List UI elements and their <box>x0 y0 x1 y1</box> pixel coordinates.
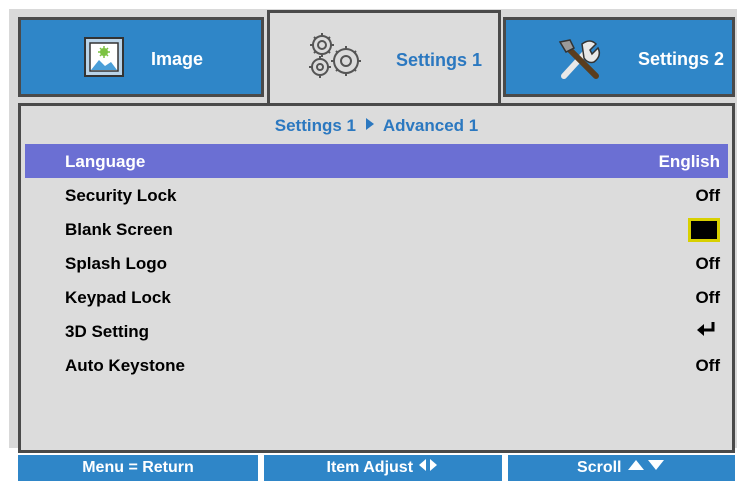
enter-icon <box>696 320 716 343</box>
menu-item-label: Splash Logo <box>65 254 167 273</box>
tools-icon <box>556 36 606 84</box>
menu-item-language[interactable]: Language English <box>25 144 728 178</box>
menu-item-security-lock[interactable]: Security Lock Off <box>25 178 728 212</box>
footer-scroll: Scroll <box>508 455 735 481</box>
menu-item-value: Off <box>695 356 720 375</box>
blank-screen-color-swatch[interactable] <box>688 218 720 242</box>
menu-item-label: Security Lock <box>65 186 177 205</box>
menu-item-value: English <box>658 152 720 171</box>
menu-item-label: Blank Screen <box>65 220 173 239</box>
settings-panel: Settings 1 Advanced 1 Language English S… <box>18 103 735 453</box>
tab-image-label: Image <box>151 49 204 69</box>
breadcrumb-current: Advanced 1 <box>382 116 479 135</box>
menu-item-3d-setting[interactable]: 3D Setting <box>25 314 728 348</box>
footer-menu-return: Menu = Return <box>18 455 258 481</box>
up-down-arrows-icon <box>626 455 666 481</box>
menu-item-label: 3D Setting <box>65 322 150 341</box>
menu-list: Language English Security Lock Off Blank… <box>25 144 728 382</box>
breadcrumb-parent: Settings 1 <box>274 116 356 135</box>
menu-item-label: Keypad Lock <box>65 288 171 307</box>
tab-settings-1[interactable]: Settings 1 <box>267 10 501 106</box>
footer-menu-return-label: Menu = Return <box>82 459 194 476</box>
menu-item-auto-keystone[interactable]: Auto Keystone Off <box>25 348 728 382</box>
menu-item-label: Auto Keystone <box>65 356 185 375</box>
menu-item-value: Off <box>695 254 720 273</box>
tab-settings-2[interactable]: Settings 2 <box>503 17 735 97</box>
footer-item-adjust-label: Item Adjust <box>326 459 414 477</box>
menu-item-blank-screen[interactable]: Blank Screen <box>25 212 728 246</box>
menu-item-keypad-lock[interactable]: Keypad Lock Off <box>25 280 728 314</box>
tab-image[interactable]: Image <box>18 17 264 97</box>
footer-item-adjust: Item Adjust <box>264 455 502 481</box>
chevron-right-icon <box>365 116 375 136</box>
menu-item-value: Off <box>695 186 720 205</box>
menu-item-splash-logo[interactable]: Splash Logo Off <box>25 246 728 280</box>
menu-item-value: Off <box>695 288 720 307</box>
left-right-arrows-icon <box>417 455 439 481</box>
tab-settings-2-label: Settings 2 <box>638 49 725 69</box>
tab-settings-1-label: Settings 1 <box>396 50 483 70</box>
image-icon <box>81 36 129 80</box>
breadcrumb: Settings 1 Advanced 1 <box>21 116 732 136</box>
footer-scroll-label: Scroll <box>577 459 622 477</box>
menu-item-label: Language <box>65 152 146 171</box>
gears-icon <box>302 29 370 83</box>
